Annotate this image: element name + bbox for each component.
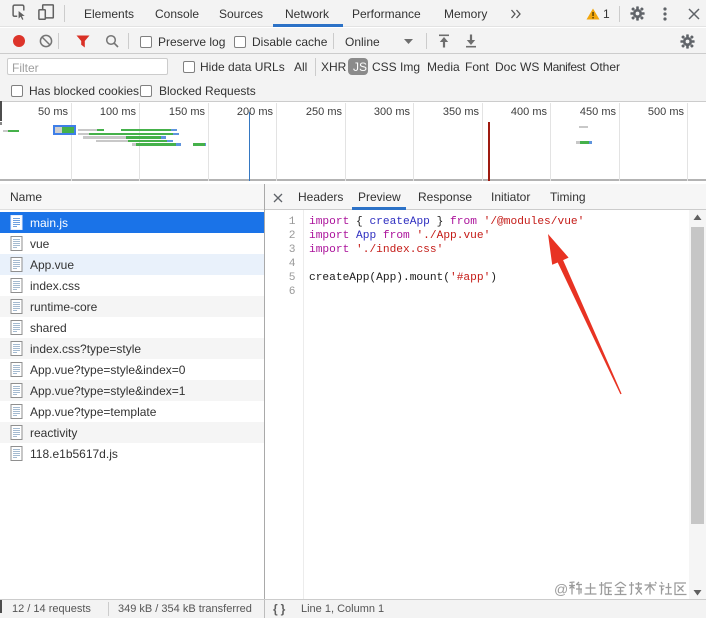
svg-text:@: @ [554,581,568,597]
